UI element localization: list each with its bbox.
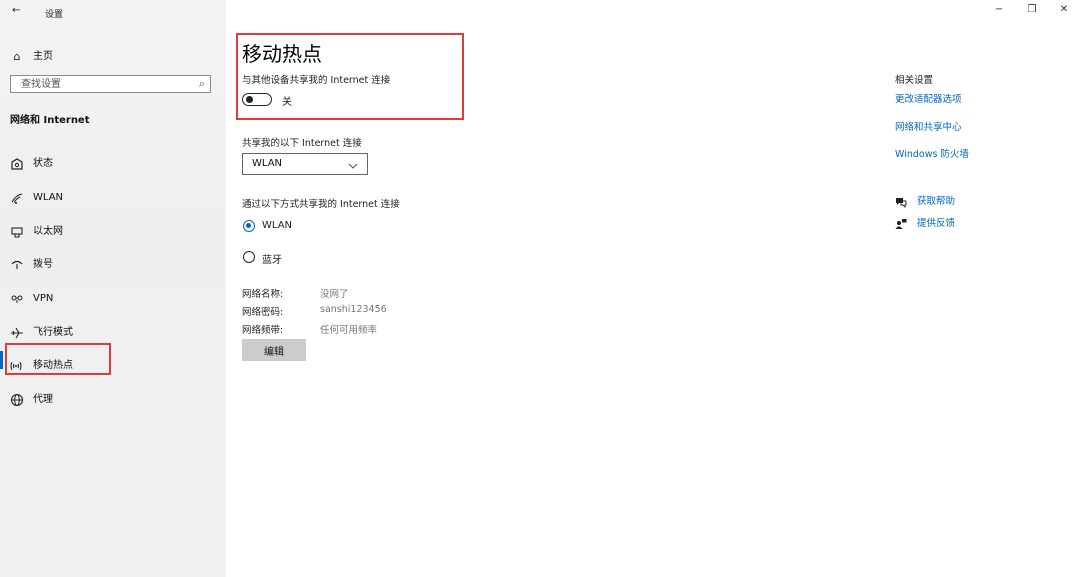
- edit-button[interactable]: 编辑: [242, 339, 306, 361]
- related-settings-title: 相关设置: [895, 75, 934, 86]
- radio-bluetooth-label: 蓝牙: [262, 255, 282, 266]
- sidebar-item-label: 主页: [33, 51, 53, 62]
- phone-icon: [10, 258, 24, 272]
- highlight-box-sidebar: [5, 343, 111, 375]
- link-feedback[interactable]: 提供反馈: [917, 215, 955, 229]
- search-field[interactable]: ⌕: [10, 75, 211, 93]
- link-adapter-options[interactable]: 更改适配器选项: [895, 91, 962, 105]
- sidebar-item-label: 状态: [33, 158, 53, 169]
- help-icon: [895, 193, 907, 212]
- restore-button[interactable]: ❐: [1024, 4, 1040, 15]
- back-arrow-icon[interactable]: ←: [12, 5, 20, 16]
- radio-wlan[interactable]: [243, 220, 255, 232]
- sidebar-item-ethernet[interactable]: 以太网: [0, 217, 226, 249]
- radio-bluetooth[interactable]: [243, 251, 255, 263]
- section-title: 网络和 Internet: [10, 115, 90, 126]
- globe-icon: [10, 393, 24, 407]
- share-via-label: 通过以下方式共享我的 Internet 连接: [242, 199, 400, 210]
- link-network-sharing-center[interactable]: 网络和共享中心: [895, 119, 962, 133]
- radio-wlan-label: WLAN: [262, 220, 293, 231]
- network-band-value: 任何可用频率: [320, 325, 378, 336]
- sidebar: ← 设置 ⌂ 主页 ⌕ 网络和 Internet 状态 WLAN 以太网 拨号: [0, 0, 226, 577]
- chevron-down-icon: [347, 157, 359, 176]
- sidebar-item-label: 以太网: [33, 226, 63, 237]
- network-band-label: 网络频带:: [242, 325, 284, 336]
- sidebar-item-label: 飞行模式: [33, 327, 73, 338]
- network-password-label: 网络密码:: [242, 307, 284, 318]
- sidebar-item-wlan[interactable]: WLAN: [0, 183, 226, 215]
- sidebar-item-label: 代理: [33, 394, 53, 405]
- share-from-dropdown[interactable]: WLAN: [242, 153, 368, 175]
- sidebar-item-vpn[interactable]: VPN: [0, 284, 226, 316]
- sidebar-item-dialup[interactable]: 拨号: [0, 250, 226, 282]
- ethernet-icon: [10, 225, 24, 239]
- sidebar-item-status[interactable]: 状态: [0, 149, 226, 181]
- airplane-icon: [10, 326, 24, 340]
- toggle-state-label: 关: [282, 97, 292, 108]
- network-name-label: 网络名称:: [242, 289, 284, 300]
- sidebar-item-label: VPN: [33, 293, 54, 304]
- sidebar-item-label: 拨号: [33, 259, 53, 270]
- window-title: 设置: [45, 10, 64, 20]
- share-label: 与其他设备共享我的 Internet 连接: [242, 75, 391, 86]
- dropdown-value: WLAN: [252, 158, 283, 169]
- wifi-icon: [10, 191, 24, 205]
- hotspot-toggle[interactable]: [242, 93, 272, 106]
- sidebar-item-home[interactable]: ⌂ 主页: [0, 42, 226, 74]
- status-icon: [10, 157, 24, 171]
- search-input[interactable]: [21, 77, 191, 91]
- minimize-button[interactable]: −: [991, 4, 1007, 15]
- search-icon[interactable]: ⌕: [199, 77, 205, 91]
- close-button[interactable]: ✕: [1056, 4, 1072, 15]
- vpn-icon: [10, 292, 24, 306]
- toggle-knob: [246, 96, 253, 103]
- page-title: 移动热点: [242, 42, 322, 66]
- home-icon: ⌂: [13, 50, 21, 63]
- sidebar-item-label: WLAN: [33, 192, 64, 203]
- sidebar-item-proxy[interactable]: 代理: [0, 385, 226, 417]
- network-name-value: 没网了: [320, 289, 349, 300]
- share-from-label: 共享我的以下 Internet 连接: [242, 138, 362, 149]
- link-get-help[interactable]: 获取帮助: [917, 193, 955, 207]
- feedback-icon: [895, 215, 907, 234]
- network-password-value: sanshi123456: [320, 304, 387, 315]
- link-windows-firewall[interactable]: Windows 防火墙: [895, 146, 969, 160]
